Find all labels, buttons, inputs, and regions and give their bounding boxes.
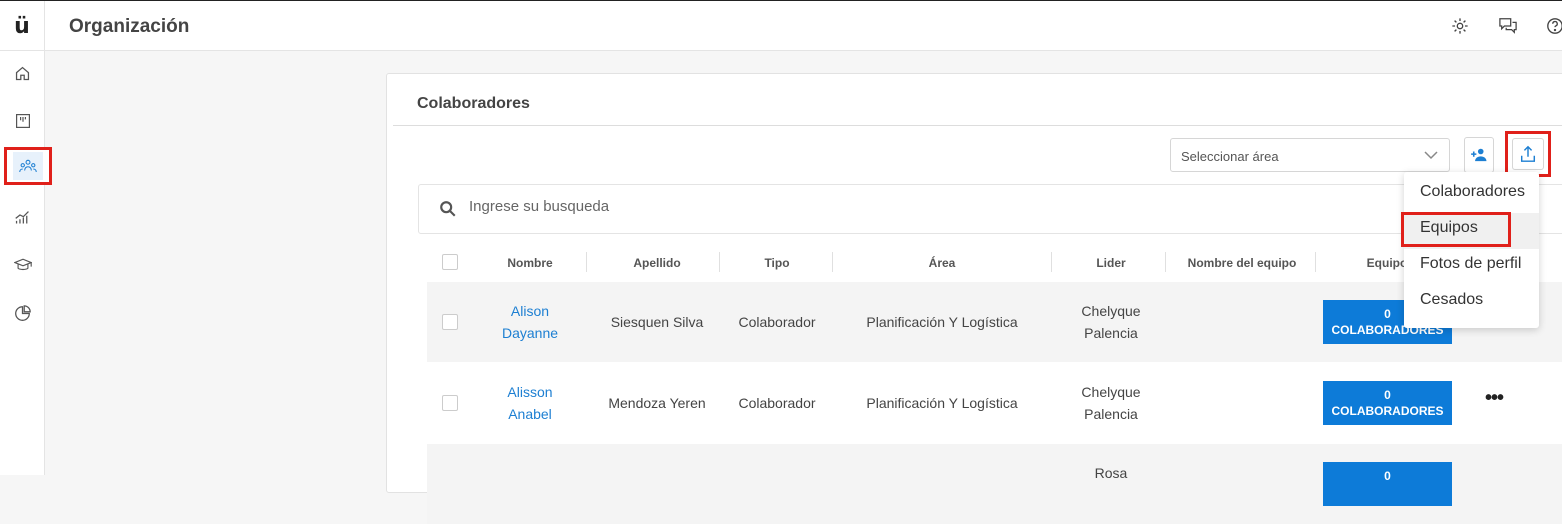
help-icon[interactable] — [1544, 15, 1562, 37]
search-input[interactable] — [469, 198, 1069, 215]
nombre-link[interactable]: Alisson Anabel — [487, 381, 573, 425]
pie-chart-icon — [15, 304, 31, 321]
colaboradores-card: Colaboradores Seleccionar área Nombre Ap… — [386, 73, 1562, 524]
export-button[interactable] — [1505, 131, 1551, 177]
divider — [393, 125, 1562, 126]
lider-line: Rosa — [1094, 465, 1128, 481]
table-row[interactable]: Alison Dayanne Siesquen Silva Colaborado… — [427, 282, 1562, 362]
lider-line: Palencia — [1084, 406, 1138, 422]
nombre-link[interactable]: Alison Dayanne — [487, 300, 573, 344]
add-person-icon — [1471, 148, 1487, 162]
sidebar-item-training[interactable] — [0, 245, 45, 285]
sidebar-item-growth[interactable] — [0, 197, 45, 237]
lider-cell: Chelyque Palencia — [1057, 381, 1165, 425]
column-separator — [719, 252, 720, 272]
export-menu-item-cesados[interactable]: Cesados — [1404, 285, 1539, 321]
column-separator — [1315, 252, 1316, 272]
column-header-area[interactable]: Área — [847, 256, 1037, 270]
team-count: 0 — [1384, 469, 1391, 483]
nombre-line: Dayanne — [501, 325, 559, 341]
row-checkbox[interactable] — [442, 395, 458, 411]
tipo-cell: Colaborador — [738, 314, 816, 330]
apellido-cell: Siesquen Silva — [610, 314, 704, 330]
export-menu: Colaboradores Equipos Fotos de perfil Ce… — [1401, 172, 1539, 328]
tipo-cell: Colaborador — [738, 395, 816, 411]
people-icon — [19, 159, 37, 173]
column-header-nombre[interactable]: Nombre — [487, 256, 573, 270]
area-cell: Planificación Y Logística — [866, 395, 1018, 411]
search-icon — [439, 200, 457, 223]
team-members-button[interactable]: 0 — [1323, 462, 1452, 506]
column-header-lider[interactable]: Lider — [1057, 256, 1165, 270]
nombre-line: Anabel — [508, 406, 552, 422]
select-all-checkbox[interactable] — [442, 254, 458, 270]
nombre-line: Alisson — [507, 384, 553, 400]
nombre-line: Alison — [510, 303, 550, 319]
graduation-cap-icon — [13, 258, 32, 271]
lider-line: Palencia — [1084, 325, 1138, 341]
app-logo[interactable]: ü — [0, 1, 45, 52]
column-separator — [832, 252, 833, 272]
column-separator — [1051, 252, 1052, 272]
table-row[interactable]: Alisson Anabel Mendoza Yeren Colaborador… — [427, 363, 1562, 443]
column-header-apellido[interactable]: Apellido — [597, 256, 717, 270]
lider-line: Chelyque — [1081, 384, 1141, 400]
area-select-placeholder: Seleccionar área — [1181, 149, 1279, 164]
chevron-down-icon — [1423, 147, 1439, 166]
top-bar: ü Organización — [0, 0, 1562, 52]
sidebar-item-home[interactable] — [0, 53, 45, 93]
chat-icon[interactable] — [1497, 15, 1519, 37]
table-row[interactable]: Rosa 0 — [427, 444, 1562, 524]
sidebar-item-board[interactable] — [0, 101, 45, 141]
column-separator — [586, 252, 587, 272]
lider-line: Chelyque — [1081, 303, 1141, 319]
sidebar-item-organizacion[interactable] — [4, 147, 52, 185]
apellido-cell: Mendoza Yeren — [608, 395, 706, 411]
export-menu-item-fotos-perfil[interactable]: Fotos de perfil — [1404, 249, 1539, 285]
home-icon — [15, 66, 30, 80]
highlight-box — [1401, 212, 1511, 247]
table-header: Nombre Apellido Tipo Área Lider Nombre d… — [427, 246, 1562, 282]
sidebar-item-reports[interactable] — [0, 293, 45, 333]
area-cell: Planificación Y Logística — [866, 314, 1018, 330]
export-menu-item-colaboradores[interactable]: Colaboradores — [1404, 177, 1539, 213]
column-header-nombre-equipo[interactable]: Nombre del equipo — [1172, 256, 1312, 270]
gear-icon[interactable] — [1449, 15, 1471, 37]
add-user-button[interactable] — [1464, 137, 1494, 173]
upload-icon — [1520, 145, 1536, 162]
lider-cell: Rosa — [1057, 462, 1165, 484]
card-title: Colaboradores — [417, 95, 530, 112]
team-count: 0 — [1384, 388, 1391, 402]
more-options-icon[interactable]: ••• — [1485, 387, 1504, 410]
lider-cell: Chelyque Palencia — [1057, 300, 1165, 344]
row-checkbox[interactable] — [442, 314, 458, 330]
board-icon — [15, 114, 30, 128]
search-bar[interactable] — [418, 184, 1562, 234]
column-header-tipo[interactable]: Tipo — [727, 256, 827, 270]
page-title: Organización — [69, 16, 190, 37]
column-separator — [1165, 252, 1166, 272]
area-select[interactable]: Seleccionar área — [1170, 138, 1450, 172]
sidebar — [0, 51, 52, 475]
growth-chart-icon — [15, 210, 29, 223]
team-members-button[interactable]: 0 COLABORADORES — [1323, 381, 1452, 425]
team-label: COLABORADORES — [1331, 404, 1444, 418]
